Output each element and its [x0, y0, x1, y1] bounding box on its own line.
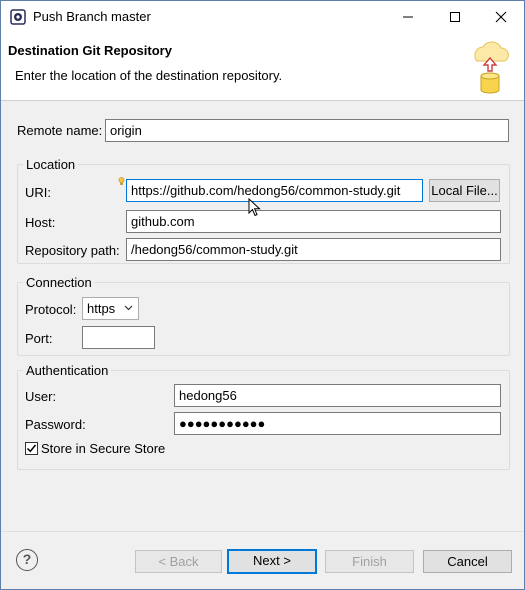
checkmark-icon: [26, 444, 37, 453]
back-button[interactable]: < Back: [135, 550, 222, 573]
banner-description: Enter the location of the destination re…: [15, 68, 283, 83]
close-icon: [495, 11, 507, 22]
finish-button[interactable]: Finish: [325, 550, 414, 573]
uri-label: URI:: [25, 185, 51, 200]
mouse-cursor-icon: [248, 198, 261, 217]
remote-name-field[interactable]: origin: [105, 119, 509, 142]
push-branch-dialog: Push Branch master Destination Git Repos…: [0, 0, 525, 590]
remote-name-label: Remote name:: [17, 123, 103, 138]
repository-path-label: Repository path:: [25, 243, 120, 258]
host-label: Host:: [25, 215, 56, 230]
uri-field[interactable]: https://github.com/hedong56/common-study…: [126, 179, 423, 202]
minimize-icon: [403, 16, 413, 17]
store-secure-label[interactable]: Store in Secure Store: [41, 441, 165, 456]
repository-path-field[interactable]: /hedong56/common-study.git: [126, 238, 501, 261]
next-button[interactable]: Next >: [227, 549, 317, 574]
local-file-button[interactable]: Local File...: [429, 179, 500, 202]
port-field[interactable]: [82, 326, 155, 349]
help-icon[interactable]: ?: [16, 549, 38, 571]
authentication-group-title: Authentication: [23, 363, 112, 378]
password-label: Password:: [25, 417, 86, 432]
protocol-select[interactable]: https: [82, 297, 139, 320]
title-bar[interactable]: Push Branch master: [1, 1, 524, 32]
host-field[interactable]: github.com: [126, 210, 501, 233]
close-button[interactable]: [478, 1, 524, 32]
cloud-push-icon: [474, 41, 509, 94]
content-assist-bulb-icon: [118, 177, 125, 185]
user-label: User:: [25, 389, 57, 404]
location-group-title: Location: [23, 157, 79, 172]
window-title: Push Branch master: [33, 9, 151, 24]
password-field[interactable]: ●●●●●●●●●●●: [174, 412, 501, 435]
banner-title: Destination Git Repository: [8, 43, 172, 58]
eclipse-gear-icon: [10, 9, 26, 25]
store-secure-checkbox[interactable]: [25, 442, 38, 455]
chevron-down-icon: [124, 305, 133, 311]
wizard-banner: Destination Git Repository Enter the loc…: [1, 32, 524, 101]
user-field[interactable]: hedong56: [174, 384, 501, 407]
minimize-button[interactable]: [385, 1, 431, 32]
maximize-icon: [450, 11, 460, 22]
footer-separator: [1, 531, 524, 532]
connection-group-title: Connection: [23, 275, 95, 290]
port-label: Port:: [25, 331, 53, 346]
protocol-selected-value: https: [87, 301, 116, 316]
protocol-label: Protocol:: [25, 302, 77, 317]
cancel-button[interactable]: Cancel: [423, 550, 512, 573]
maximize-button[interactable]: [432, 1, 478, 32]
